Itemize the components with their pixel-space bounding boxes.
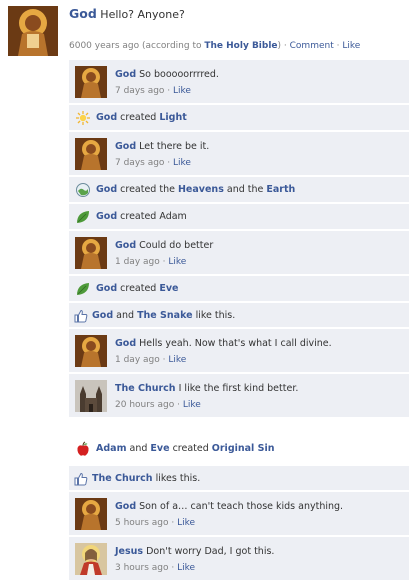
god-avatar[interactable] — [75, 138, 107, 170]
comment-meta: 5 hours ago · Like — [115, 518, 196, 528]
activity-object-link[interactable]: Original Sin — [212, 443, 275, 454]
comment-text: I like the first kind better. — [178, 383, 299, 394]
activity-object-link[interactable]: Eve — [159, 283, 178, 294]
comment-time: 5 hours ago — [115, 518, 169, 528]
activity-actor-link[interactable]: God — [96, 112, 117, 123]
comment-time: 3 hours ago — [115, 563, 169, 573]
comment-time: 20 hours ago — [115, 400, 175, 410]
comment-text: Don't worry Dad, I got this. — [146, 546, 275, 557]
comment-author-link[interactable]: God — [115, 501, 136, 512]
activity-actor-link[interactable]: Adam — [96, 443, 126, 454]
comment-like-link[interactable]: Like — [183, 400, 201, 410]
post-author-link[interactable]: God — [69, 6, 97, 21]
thumbs-up-icon — [74, 472, 88, 486]
comment-meta: 3 hours ago · Like — [115, 563, 196, 573]
comment-row: God Let there be it. 7 days ago · Like — [69, 132, 409, 176]
activity-conjunction: and — [129, 443, 148, 454]
comment-time: 1 day ago — [115, 355, 160, 365]
god-avatar[interactable] — [8, 6, 58, 56]
activity-verb: created — [120, 112, 157, 123]
comment-time: 7 days ago — [115, 86, 165, 96]
comment-text: Could do better — [139, 240, 214, 251]
comment-like-link[interactable]: Like — [173, 158, 191, 168]
comment-like-link[interactable]: Like — [168, 355, 186, 365]
comment-author-link[interactable]: The Church — [115, 383, 176, 394]
comment-row: God Hells yeah. Now that's what I call d… — [69, 329, 409, 373]
activity-object-link[interactable]: Earth — [266, 184, 295, 195]
comment-author-link[interactable]: Jesus — [115, 546, 143, 557]
comment-text: So booooorrrred. — [139, 69, 219, 80]
activity-row: God created Light — [69, 105, 409, 131]
comment-time: 7 days ago — [115, 158, 165, 168]
like-actor-link[interactable]: God — [92, 310, 113, 321]
comment-like-link[interactable]: Like — [177, 518, 195, 528]
post-text: Hello? Anyone? — [100, 8, 185, 21]
main-post: God Hello? Anyone? 6000 years ago (accor… — [8, 6, 408, 56]
leaf-icon — [75, 209, 91, 225]
comment-author-link[interactable]: God — [115, 240, 136, 251]
comment-text: Hells yeah. Now that's what I call divin… — [139, 338, 332, 349]
meta-separator: · — [281, 41, 290, 51]
like-text: likes this. — [155, 473, 201, 484]
post-source-link[interactable]: The Holy Bible — [204, 41, 277, 51]
like-row: God and The Snake like this. — [69, 303, 409, 328]
comment-row: The Church I like the first kind better.… — [69, 374, 409, 418]
activity-verb: created — [120, 283, 157, 294]
activity-row: Adam and Eve created Original Sin — [69, 436, 409, 462]
god-avatar[interactable] — [75, 66, 107, 98]
activity-row: God created the Heavens and the Earth — [69, 177, 409, 203]
comment-row: God Son of a… can't teach those kids any… — [69, 492, 409, 536]
comment-meta: 1 day ago · Like — [115, 257, 187, 267]
comment-text: Son of a… can't teach those kids anythin… — [139, 501, 344, 512]
comment-time: 1 day ago — [115, 257, 160, 267]
activity-verb: created Adam — [120, 211, 187, 222]
comment-link[interactable]: Comment — [290, 41, 334, 51]
comment-author-link[interactable]: God — [115, 69, 136, 80]
activity-actor-link[interactable]: Eve — [150, 443, 169, 454]
post-message: God Hello? Anyone? — [69, 6, 185, 21]
comment-author-link[interactable]: God — [115, 141, 136, 152]
activity-verb: created — [172, 443, 209, 454]
like-conjunction: and — [116, 310, 135, 321]
post-age: 6000 years ago (according to — [69, 41, 205, 51]
activity-actor-link[interactable]: God — [96, 211, 117, 222]
jesus-avatar[interactable] — [75, 543, 107, 575]
leaf-icon — [75, 281, 91, 297]
comment-like-link[interactable]: Like — [177, 563, 195, 573]
activity-row: God created Adam — [69, 204, 409, 230]
comment-text: Let there be it. — [139, 141, 210, 152]
sun-icon — [75, 110, 91, 126]
like-text: like this. — [195, 310, 236, 321]
like-link[interactable]: Like — [342, 41, 360, 51]
god-avatar[interactable] — [75, 335, 107, 367]
activity-row: God created Eve — [69, 276, 409, 302]
comment-meta: 1 day ago · Like — [115, 355, 187, 365]
comment-author-link[interactable]: God — [115, 338, 136, 349]
like-actor-link[interactable]: The Snake — [137, 310, 193, 321]
like-row: The Church likes this. — [69, 466, 409, 491]
comment-meta: 20 hours ago · Like — [115, 400, 201, 410]
comment-like-link[interactable]: Like — [173, 86, 191, 96]
comment-meta: 7 days ago · Like — [115, 86, 191, 96]
activity-actor-link[interactable]: God — [96, 184, 117, 195]
thumbs-up-icon — [74, 309, 88, 323]
comment-row: Jesus Don't worry Dad, I got this. 3 hou… — [69, 537, 409, 581]
like-actor-link[interactable]: The Church — [92, 473, 153, 484]
activity-object-link[interactable]: Light — [159, 112, 186, 123]
activity-actor-link[interactable]: God — [96, 283, 117, 294]
god-avatar[interactable] — [75, 237, 107, 269]
globe-icon — [75, 182, 91, 198]
god-avatar[interactable] — [75, 498, 107, 530]
activity-verb: created the — [120, 184, 175, 195]
post-meta: 6000 years ago (according to The Holy Bi… — [69, 41, 360, 51]
church-avatar[interactable] — [75, 380, 107, 412]
comment-row: God So booooorrrred. 7 days ago · Like — [69, 60, 409, 104]
comment-row: God Could do better 1 day ago · Like — [69, 231, 409, 275]
comment-meta: 7 days ago · Like — [115, 158, 191, 168]
apple-icon — [75, 441, 91, 457]
activity-conjunction: and the — [226, 184, 264, 195]
comment-like-link[interactable]: Like — [168, 257, 186, 267]
activity-object-link[interactable]: Heavens — [178, 184, 224, 195]
